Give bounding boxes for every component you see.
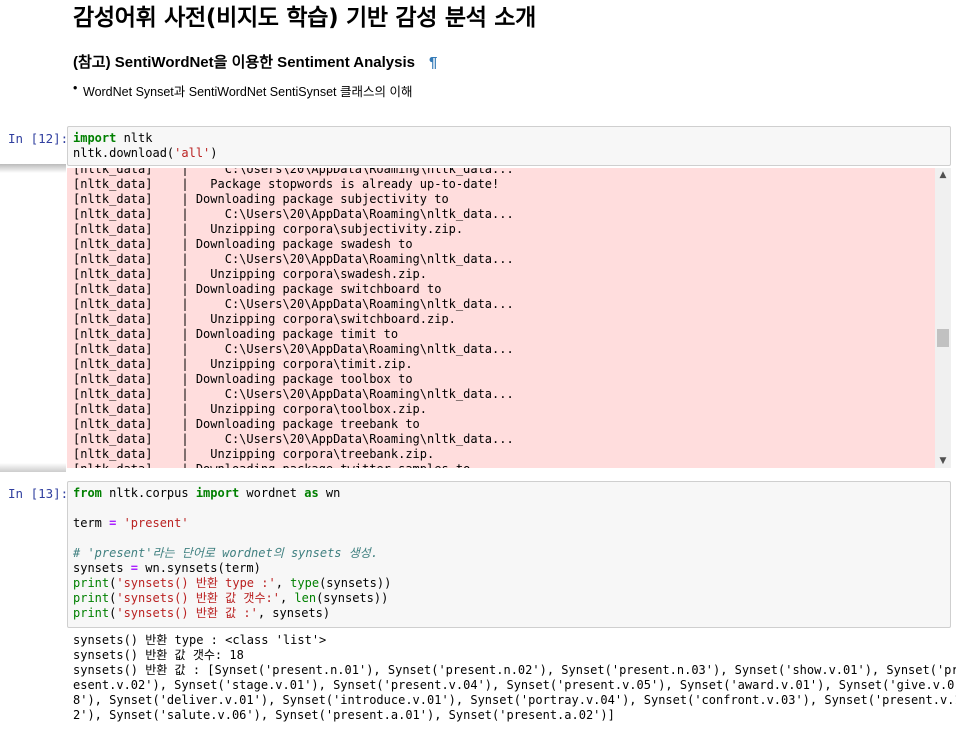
- code-text: , synsets): [257, 606, 331, 620]
- code-builtin: len: [294, 591, 317, 605]
- stderr-line: [nltk_data] | Unzipping corpora\toolbox.…: [73, 402, 428, 416]
- code-text: ,: [275, 576, 291, 590]
- code-text: wn.synsets(term): [138, 561, 261, 575]
- code-text: term: [73, 516, 110, 530]
- stderr-line: [nltk_data] | Unzipping corpora\swadesh.…: [73, 267, 428, 281]
- cell-output-13: synsets() 반환 type : <class 'list'> synset…: [73, 633, 956, 723]
- code-text: (synsets)): [319, 576, 392, 590]
- output-line: esent.v.02'), Synset('stage.v.01'), Syns…: [73, 678, 955, 692]
- code-text: ): [210, 146, 218, 160]
- stderr-lines: [nltk_data] | C:\Users\20\AppData\Roamin…: [73, 168, 514, 468]
- stderr-line: [nltk_data] | Package stopwords is alrea…: [73, 177, 500, 191]
- stderr-line: [nltk_data] | Downloading package twitte…: [73, 462, 514, 468]
- code-string: 'all': [174, 146, 211, 160]
- output-shadow-top: [0, 164, 66, 173]
- stderr-line: [nltk_data] | Downloading package timit …: [73, 327, 399, 341]
- code-builtin: print: [73, 591, 110, 605]
- code-text: synsets: [73, 561, 131, 575]
- code-builtin: print: [73, 606, 110, 620]
- code-comment: # 'present'라는 단어로 wordnet의 synsets 생성.: [73, 546, 379, 560]
- stderr-line: [nltk_data] | Downloading package subjec…: [73, 192, 449, 206]
- code-text: nltk: [116, 131, 153, 145]
- code-text: wordnet: [239, 486, 305, 500]
- stderr-line: [nltk_data] | Downloading package treeba…: [73, 417, 420, 431]
- code-keyword: from: [73, 486, 102, 500]
- output-line: synsets() 반환 값 갯수: 18: [73, 648, 244, 662]
- code-keyword: import: [195, 486, 240, 500]
- stderr-line: [nltk_data] | Downloading package swades…: [73, 237, 413, 251]
- stderr-line: [nltk_data] | C:\Users\20\AppData\Roamin…: [73, 207, 514, 221]
- code-input-cell-12[interactable]: import nltk nltk.download('all'): [67, 126, 951, 166]
- output-line: 2'), Synset('salute.v.06'), Synset('pres…: [73, 708, 615, 722]
- stderr-line: [nltk_data] | C:\Users\20\AppData\Roamin…: [73, 297, 514, 311]
- scrollbar-thumb[interactable]: [937, 329, 949, 348]
- output-line: synsets() 반환 값 : [Synset('present.n.01')…: [73, 663, 956, 677]
- code-text: nltk.download(: [73, 146, 175, 160]
- code-keyword: as: [304, 486, 319, 500]
- stderr-line: [nltk_data] | C:\Users\20\AppData\Roamin…: [73, 342, 514, 356]
- output-scrollbar[interactable]: ▲ ▼: [935, 168, 951, 468]
- section-heading-text: (참고) SentiWordNet을 이용한 Sentiment Analysi…: [73, 54, 416, 71]
- anchor-link-icon[interactable]: ¶: [429, 54, 437, 71]
- stderr-output-area[interactable]: [nltk_data] | C:\Users\20\AppData\Roamin…: [67, 168, 935, 468]
- code-text: ,: [279, 591, 295, 605]
- section-heading: (참고) SentiWordNet을 이용한 Sentiment Analysi…: [73, 51, 437, 72]
- stderr-line: [nltk_data] | Downloading package switch…: [73, 282, 442, 296]
- output-shadow-bottom: [0, 463, 66, 472]
- output-line: synsets() 반환 type : <class 'list'>: [73, 633, 327, 647]
- code-text: wn: [318, 486, 341, 500]
- stderr-line: [nltk_data] | C:\Users\20\AppData\Roamin…: [73, 387, 514, 401]
- code-text: (synsets)): [316, 591, 389, 605]
- code-string: 'synsets() 반환 값 갯수:': [116, 591, 280, 605]
- cell-prompt-13: In [13]:: [8, 486, 69, 501]
- stderr-line: [nltk_data] | Unzipping corpora\treebank…: [73, 447, 435, 461]
- stderr-line: [nltk_data] | C:\Users\20\AppData\Roamin…: [73, 168, 514, 176]
- stderr-line: [nltk_data] | C:\Users\20\AppData\Roamin…: [73, 252, 514, 266]
- stderr-line: [nltk_data] | C:\Users\20\AppData\Roamin…: [73, 432, 514, 446]
- code-operator: =: [130, 561, 139, 575]
- code-string: 'synsets() 반환 값 :': [116, 606, 258, 620]
- code-builtin: type: [290, 576, 320, 590]
- stderr-line: [nltk_data] | Unzipping corpora\subjecti…: [73, 222, 464, 236]
- stderr-line: [nltk_data] | Downloading package toolbo…: [73, 372, 413, 386]
- scroll-up-arrow-icon[interactable]: ▲: [935, 168, 951, 182]
- stderr-line: [nltk_data] | Unzipping corpora\timit.zi…: [73, 357, 413, 371]
- page-title: 감성어휘 사전(비지도 학습) 기반 감성 분석 소개: [73, 5, 537, 31]
- code-input-cell-13[interactable]: from nltk.corpus import wordnet as wn te…: [67, 481, 951, 628]
- code-string: 'present': [116, 516, 189, 530]
- scroll-down-arrow-icon[interactable]: ▼: [935, 454, 951, 468]
- output-line: 8'), Synset('deliver.v.01'), Synset('int…: [73, 693, 956, 707]
- code-string: 'synsets() 반환 type :': [116, 576, 276, 590]
- code-builtin: print: [73, 576, 110, 590]
- cell-prompt-12: In [12]:: [8, 131, 69, 146]
- code-text: nltk.corpus: [101, 486, 196, 500]
- code-keyword: import: [73, 131, 117, 145]
- stderr-line: [nltk_data] | Unzipping corpora\switchbo…: [73, 312, 456, 326]
- list-item: WordNet Synset과 SentiWordNet SentiSynset…: [73, 81, 412, 100]
